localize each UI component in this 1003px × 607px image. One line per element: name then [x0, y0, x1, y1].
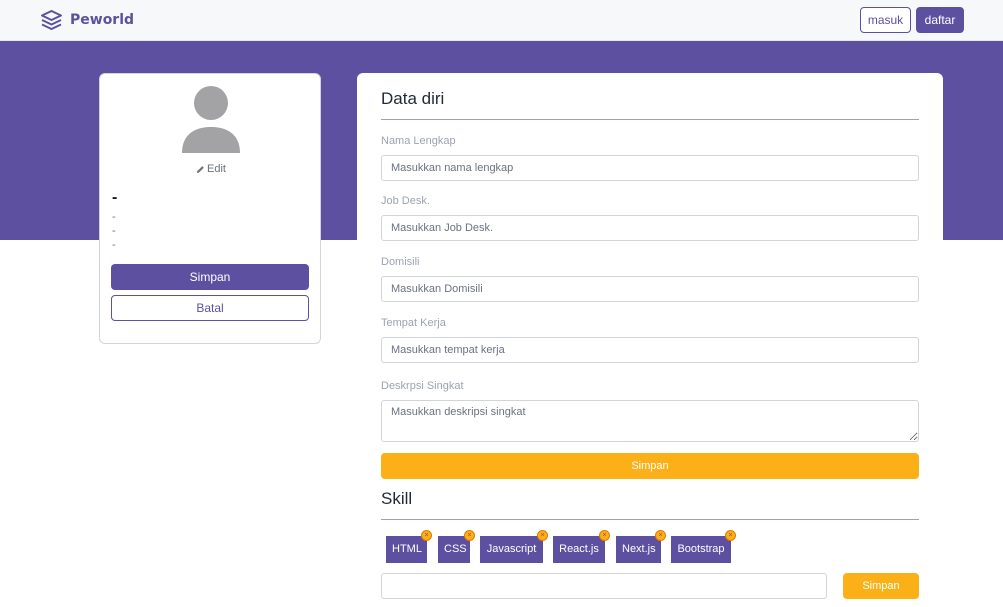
profile-workplace: -	[112, 239, 116, 251]
remove-skill-icon[interactable]: ×	[655, 530, 666, 541]
description-textarea[interactable]	[381, 400, 919, 442]
remove-skill-icon[interactable]: ×	[725, 530, 736, 541]
edit-avatar-link[interactable]: Edit	[196, 163, 226, 175]
profile-name: -	[112, 189, 118, 206]
skill-chip[interactable]: React.js ×	[553, 530, 610, 563]
skill-input[interactable]	[381, 573, 827, 599]
login-button[interactable]: masuk	[860, 7, 911, 33]
layers-logo-icon	[41, 10, 62, 30]
full-name-input[interactable]	[381, 155, 919, 181]
skill-label: Next.js	[622, 543, 656, 555]
profile-location: -	[112, 225, 116, 237]
skill-label: CSS	[444, 543, 467, 555]
job-desk-input[interactable]	[381, 215, 919, 241]
remove-skill-icon[interactable]: ×	[421, 530, 432, 541]
description-label: Deskrpsi Singkat	[381, 380, 464, 392]
profile-card: Edit - - - - Simpan Batal	[99, 73, 321, 344]
skill-divider	[381, 519, 919, 520]
skill-label: Bootstrap	[677, 543, 725, 555]
skill-label: HTML	[392, 543, 422, 555]
avatar-placeholder-icon[interactable]	[181, 85, 241, 153]
skill-title: Skill	[381, 489, 413, 508]
profile-cancel-button[interactable]: Batal	[111, 295, 309, 321]
skill-chip[interactable]: Bootstrap ×	[671, 530, 736, 563]
domicile-input[interactable]	[381, 276, 919, 302]
data-diri-title: Data diri	[381, 89, 445, 108]
domicile-label: Domisili	[381, 256, 420, 268]
workplace-input[interactable]	[381, 337, 919, 363]
skill-chip[interactable]: HTML ×	[386, 530, 432, 563]
skill-chip[interactable]: Next.js ×	[616, 530, 666, 563]
skill-chip[interactable]: Javascript ×	[480, 530, 548, 563]
skill-chip[interactable]: CSS ×	[438, 530, 475, 563]
full-name-label: Nama Lengkap	[381, 135, 456, 147]
remove-skill-icon[interactable]: ×	[464, 530, 475, 541]
pencil-icon	[196, 165, 204, 173]
data-diri-save-button[interactable]: Simpan	[381, 453, 919, 479]
data-diri-card: Data diri Nama Lengkap Job Desk. Domisil…	[357, 73, 943, 607]
brand-logo[interactable]: Peworld	[40, 9, 134, 31]
profile-save-button[interactable]: Simpan	[111, 264, 309, 290]
edit-label: Edit	[207, 163, 226, 175]
job-desk-label: Job Desk.	[381, 195, 430, 207]
remove-skill-icon[interactable]: ×	[599, 530, 610, 541]
skill-save-button[interactable]: Simpan	[843, 573, 919, 599]
profile-job: -	[112, 211, 116, 223]
title-divider	[381, 119, 919, 120]
workplace-label: Tempat Kerja	[381, 317, 446, 329]
skill-label: Javascript	[486, 543, 537, 555]
skill-label: React.js	[559, 543, 599, 555]
brand-name: Peworld	[70, 12, 135, 28]
register-button[interactable]: daftar	[916, 7, 964, 33]
navbar: Peworld masuk daftar	[0, 0, 1003, 41]
remove-skill-icon[interactable]: ×	[537, 530, 548, 541]
